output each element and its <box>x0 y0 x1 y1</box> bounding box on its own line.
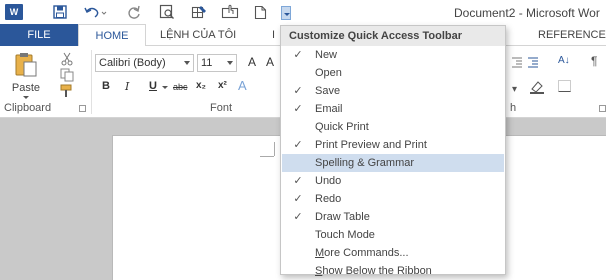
menu-item-save[interactable]: ✓ Save <box>282 82 504 100</box>
save-icon[interactable] <box>51 3 69 21</box>
clipboard-group-label: Clipboard <box>4 102 52 114</box>
menu-item-label: Save <box>315 85 341 97</box>
tab-references[interactable]: REFERENCES <box>538 24 606 46</box>
margin-corner-mark <box>260 156 274 157</box>
font-name-combo[interactable]: Calibri (Body) <box>95 54 194 72</box>
redo-icon[interactable] <box>126 3 142 21</box>
menu-item-print-preview-and-print[interactable]: ✓ Print Preview and Print <box>282 136 504 154</box>
text-effects-button[interactable]: A <box>238 78 247 93</box>
indent-icons[interactable] <box>512 56 542 68</box>
chevron-down-icon <box>227 61 233 65</box>
menu-item-more-commands[interactable]: More Commands... <box>282 244 504 262</box>
menu-item-undo[interactable]: ✓ Undo <box>282 172 504 190</box>
menu-item-label: Open <box>315 67 342 79</box>
chevron-down-icon[interactable] <box>162 86 168 89</box>
checkmark-icon: ✓ <box>293 139 303 151</box>
window-title: Document2 - Microsoft Wor <box>454 6 600 20</box>
italic-button[interactable]: I <box>125 80 129 93</box>
subscript-button[interactable]: x₂ <box>196 80 206 91</box>
new-document-icon[interactable] <box>252 3 268 21</box>
menu-item-label: Touch Mode <box>315 229 375 241</box>
shrink-font-button[interactable]: A <box>266 55 274 69</box>
menu-item-label: Print Preview and Print <box>315 139 427 151</box>
menu-item-label: Spelling & Grammar <box>315 157 415 169</box>
format-painter-icon[interactable] <box>60 84 74 98</box>
checkmark-icon: ✓ <box>293 103 303 115</box>
menu-item-quick-print[interactable]: Quick Print <box>282 118 504 136</box>
draw-table-icon[interactable] <box>190 3 208 21</box>
menu-header: Customize Quick Access Toolbar <box>281 26 505 46</box>
group-separator <box>91 50 92 114</box>
menu-item-label: Undo <box>315 175 342 187</box>
undo-icon[interactable] <box>83 3 109 21</box>
menu-item-show-below-the-ribbon[interactable]: Show Below the Ribbon <box>282 262 504 280</box>
menu-item-label: Show Below the Ribbon <box>315 265 432 277</box>
font-name-value: Calibri (Body) <box>99 57 166 69</box>
grow-font-button[interactable]: A <box>248 55 256 69</box>
font-group-label: Font <box>210 102 233 114</box>
checkmark-icon: ✓ <box>293 175 303 187</box>
touch-mode-icon[interactable] <box>220 3 240 21</box>
borders-icon[interactable] <box>558 80 572 92</box>
tab-file[interactable]: FILE <box>0 24 78 46</box>
underline-button[interactable]: U <box>149 80 157 92</box>
tab-lenh-cua-toi[interactable]: LỆNH CỦA TÔI <box>160 24 236 46</box>
paste-dropdown-chevron-icon[interactable] <box>23 96 29 99</box>
clipboard-launcher-icon[interactable] <box>79 105 86 112</box>
paste-label: Paste <box>11 82 41 94</box>
menu-item-label: Draw Table <box>315 211 370 223</box>
superscript-button[interactable]: x² <box>218 80 227 91</box>
customize-qat-dropdown-icon[interactable] <box>281 6 291 20</box>
menu-item-touch-mode[interactable]: Touch Mode <box>282 226 504 244</box>
paragraph-launcher-icon[interactable] <box>599 105 606 112</box>
menu-item-spelling-grammar[interactable]: Spelling & Grammar <box>282 154 504 172</box>
line-spacing-dropdown-icon[interactable]: ▾ <box>512 84 517 95</box>
menu-item-label: Quick Print <box>315 121 369 133</box>
checkmark-icon: ✓ <box>293 193 303 205</box>
paragraph-group-label: h <box>510 102 517 114</box>
title-bar: W Document2 - Microsoft Wor <box>0 0 606 24</box>
cut-icon[interactable] <box>60 52 74 66</box>
word-app-icon: W <box>5 4 23 20</box>
checkmark-icon: ✓ <box>293 85 303 97</box>
menu-item-open[interactable]: Open <box>282 64 504 82</box>
menu-item-draw-table[interactable]: ✓ Draw Table <box>282 208 504 226</box>
chevron-down-icon <box>184 61 190 65</box>
tab-insert[interactable]: I <box>272 24 275 46</box>
checkmark-icon: ✓ <box>293 211 303 223</box>
checkmark-icon: ✓ <box>293 49 303 61</box>
paste-button[interactable]: Paste <box>8 50 48 100</box>
menu-item-email[interactable]: ✓ Email <box>282 100 504 118</box>
bold-button[interactable]: B <box>102 80 110 92</box>
tab-home[interactable]: HOME <box>78 24 146 47</box>
paste-icon <box>15 53 37 77</box>
menu-item-new[interactable]: ✓ New <box>282 46 504 64</box>
font-size-value: 11 <box>201 57 213 69</box>
show-formatting-button[interactable]: ¶ <box>591 54 597 68</box>
shading-icon[interactable] <box>530 80 546 94</box>
menu-item-label: Redo <box>315 193 342 205</box>
menu-item-label: Email <box>315 103 343 115</box>
font-size-combo[interactable]: 11 <box>197 54 237 72</box>
copy-icon[interactable] <box>60 68 74 82</box>
margin-corner-mark <box>274 142 275 156</box>
customize-qat-menu: Customize Quick Access Toolbar ✓ New Open ✓… <box>280 25 506 277</box>
strikethrough-button[interactable]: abc <box>173 82 188 92</box>
print-preview-icon[interactable] <box>158 3 176 21</box>
sort-button[interactable]: A↓ <box>558 55 570 66</box>
menu-item-redo[interactable]: ✓ Redo <box>282 190 504 208</box>
menu-item-label: More Commands... <box>315 247 409 259</box>
menu-item-label: New <box>315 49 338 61</box>
